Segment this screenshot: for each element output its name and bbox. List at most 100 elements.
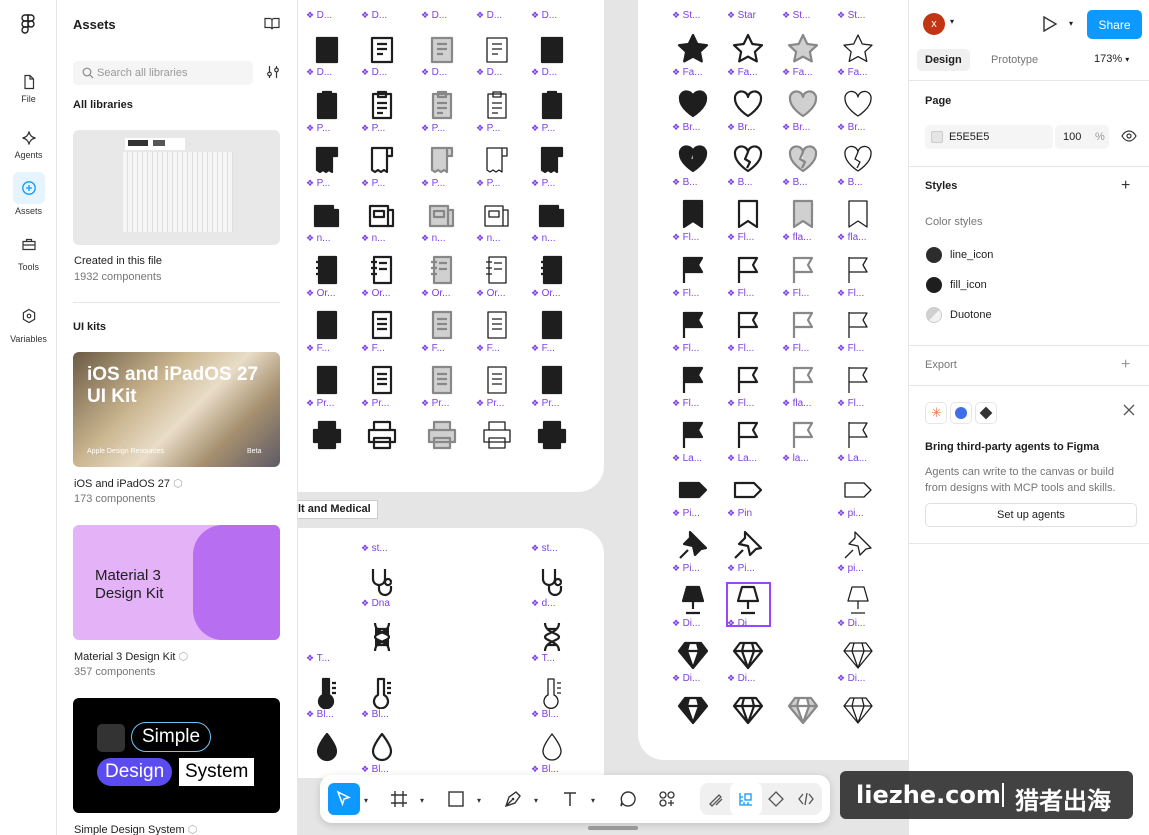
component-label[interactable]: pi... [837,563,864,574]
doc-icon[interactable] [535,32,569,66]
gem-icon[interactable] [841,693,875,727]
component-label[interactable]: La... [672,453,702,464]
bookmark-icon[interactable] [731,197,765,231]
flag-icon[interactable] [731,308,765,342]
component-label[interactable]: St... [837,10,866,21]
clip-icon[interactable] [365,88,399,122]
component-label[interactable]: Di... [837,673,866,684]
printer-icon[interactable] [535,418,569,452]
news-icon[interactable] [310,198,344,232]
star-icon[interactable] [731,32,765,66]
component-label[interactable]: n... [476,233,501,244]
gem-icon[interactable] [841,638,875,672]
receipt-icon[interactable] [310,143,344,177]
component-label[interactable]: n... [306,233,331,244]
printer-icon[interactable] [480,418,514,452]
setup-agents-button[interactable]: Set up agents [925,503,1137,527]
flag-icon[interactable] [841,363,875,397]
tag-icon[interactable] [731,473,765,507]
flag-icon[interactable] [841,253,875,287]
component-label[interactable]: Fa... [672,67,703,78]
heart-icon[interactable] [731,87,765,121]
gem-icon[interactable] [731,638,765,672]
broken-icon[interactable] [676,142,710,176]
ios-kit-thumbnail[interactable]: iOS and iPadOS 27 UI Kit Apple Design Re… [73,352,280,467]
component-label[interactable]: Br... [727,122,756,133]
component-label[interactable]: Br... [672,122,701,133]
component-label[interactable]: st... [361,543,388,554]
present-play-icon[interactable] [1042,15,1058,33]
gem-icon[interactable] [786,693,820,727]
component-label[interactable]: Pr... [421,398,450,409]
selection-box[interactable] [726,582,771,627]
add-export-plus-icon[interactable]: + [1121,357,1130,373]
flag-icon[interactable] [731,363,765,397]
rail-agents[interactable]: Agents [0,122,57,160]
component-label[interactable]: F... [361,343,385,354]
component-label[interactable]: n... [421,233,446,244]
tab-design[interactable]: Design [917,49,970,71]
rail-tools[interactable]: Tools [0,228,57,272]
rail-variables[interactable]: Variables [0,300,57,344]
component-label[interactable]: pi... [837,508,864,519]
note-icon[interactable] [365,253,399,287]
dev-mode-button[interactable] [790,783,822,815]
draw-mode-button[interactable] [700,783,732,815]
component-label[interactable]: D... [306,10,333,21]
component-label[interactable]: fla... [837,232,867,243]
gem-icon[interactable] [676,638,710,672]
search-box[interactable] [73,61,253,85]
tab-prototype[interactable]: Prototype [983,49,1046,71]
news-icon[interactable] [425,198,459,232]
note-icon[interactable] [310,253,344,287]
local-library-thumbnail[interactable] [73,130,280,245]
component-label[interactable]: Star [727,10,756,21]
component-label[interactable]: Fl... [837,288,865,299]
component-label[interactable]: Br... [837,122,866,133]
note-icon[interactable] [425,253,459,287]
component-label[interactable]: P... [306,178,331,189]
search-input[interactable] [97,64,247,82]
flag-icon[interactable] [731,253,765,287]
file-icon[interactable] [425,363,459,397]
rail-assets[interactable]: Assets [0,172,57,216]
component-label[interactable]: Pr... [306,398,335,409]
library-book-icon[interactable] [264,17,280,31]
text-tool-button[interactable] [554,783,586,815]
component-label[interactable]: Fa... [782,67,813,78]
component-label[interactable]: Bl... [531,709,559,720]
broken-icon[interactable] [731,142,765,176]
color-swatch[interactable] [931,131,943,143]
flag-icon[interactable] [786,253,820,287]
flag-icon[interactable] [841,418,875,452]
component-label[interactable]: F... [476,343,500,354]
component-label[interactable]: Fl... [782,288,810,299]
component-label[interactable]: Bl... [361,709,389,720]
component-label[interactable]: B... [837,177,863,188]
file-icon[interactable] [480,363,514,397]
close-icon[interactable] [1123,404,1135,416]
doc-icon[interactable] [365,32,399,66]
component-label[interactable]: Fa... [837,67,868,78]
clip-icon[interactable] [310,88,344,122]
thermo-icon[interactable] [310,675,344,709]
component-label[interactable]: P... [531,123,556,134]
component-label[interactable]: Pr... [476,398,505,409]
canvas[interactable]: lt and Medical D... D... D... D... D... D... D… [298,0,908,835]
thermo-icon[interactable] [535,675,569,709]
component-label[interactable]: la... [782,453,809,464]
heart-icon[interactable] [676,87,710,121]
component-label[interactable]: Pin [727,508,752,519]
add-style-plus-icon[interactable]: + [1121,178,1130,194]
component-label[interactable]: St... [782,10,811,21]
heart-icon[interactable] [841,87,875,121]
flag-icon[interactable] [786,418,820,452]
chevron-down-icon[interactable]: ▾ [477,796,481,805]
tag-icon[interactable] [676,473,710,507]
chevron-down-icon[interactable]: ▾ [534,796,538,805]
component-label[interactable]: Bl... [361,764,389,775]
file-icon[interactable] [480,308,514,342]
component-label[interactable]: P... [421,178,446,189]
component-label[interactable]: n... [531,233,556,244]
star-icon[interactable] [676,32,710,66]
